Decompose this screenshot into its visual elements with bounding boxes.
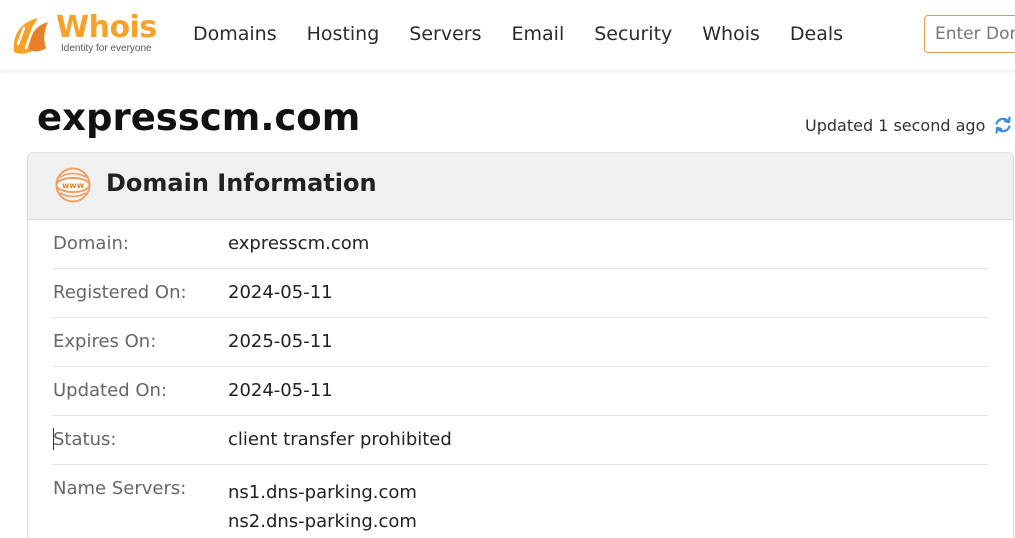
row-label: Name Servers:: [53, 478, 187, 499]
row-label: Updated On:: [53, 380, 167, 401]
row-value: 2024-05-11: [228, 282, 333, 303]
row-value: 2024-05-11: [228, 380, 333, 401]
row-label: Status:: [53, 429, 117, 450]
update-status: Updated 1 second ago: [805, 115, 1013, 135]
row-value: 2025-05-11: [228, 331, 333, 352]
info-row-status: Status: client transfer prohibited: [53, 416, 988, 465]
card-title: Domain Information: [106, 169, 377, 197]
row-value-list: ns1.dns-parking.com ns2.dns-parking.com: [228, 478, 417, 536]
nav-security[interactable]: Security: [594, 22, 672, 46]
row-label: Domain:: [53, 233, 129, 254]
name-server: ns2.dns-parking.com: [228, 511, 417, 532]
domain-search-input[interactable]: [924, 15, 1015, 53]
svg-text:www: www: [62, 181, 85, 190]
card-header: www Domain Information: [28, 153, 1013, 220]
info-row-registered: Registered On: 2024-05-11: [53, 269, 988, 318]
www-icon: www: [55, 167, 91, 203]
row-value: expresscm.com: [228, 233, 370, 254]
logo-mark-icon: [13, 18, 48, 54]
info-table: Domain: expresscm.com Registered On: 202…: [53, 220, 988, 538]
logo-wordmark: Whois: [56, 10, 157, 45]
info-row-name-servers: Name Servers: ns1.dns-parking.com ns2.dn…: [53, 465, 988, 538]
nav-whois[interactable]: Whois: [702, 22, 760, 46]
page-title: expresscm.com: [37, 96, 361, 139]
domain-info-card: www Domain Information Domain: expresscm…: [27, 152, 1014, 538]
row-value: client transfer prohibited: [228, 429, 452, 450]
site-header: Whois Identity for everyone Domains Host…: [0, 0, 1015, 70]
nav-deals[interactable]: Deals: [790, 22, 843, 46]
logo-tagline: Identity for everyone: [61, 43, 152, 54]
main-nav: Domains Hosting Servers Email Security W…: [193, 22, 843, 46]
row-label: Registered On:: [53, 282, 187, 303]
whois-logo[interactable]: Whois Identity for everyone: [8, 10, 168, 58]
info-row-domain: Domain: expresscm.com: [53, 220, 988, 269]
nav-servers[interactable]: Servers: [409, 22, 481, 46]
nav-email[interactable]: Email: [512, 22, 565, 46]
info-row-updated: Updated On: 2024-05-11: [53, 367, 988, 416]
info-row-expires: Expires On: 2025-05-11: [53, 318, 988, 367]
name-server: ns1.dns-parking.com: [228, 482, 417, 503]
nav-domains[interactable]: Domains: [193, 22, 277, 46]
nav-hosting[interactable]: Hosting: [307, 22, 380, 46]
updated-text: Updated 1 second ago: [805, 115, 986, 135]
row-label: Expires On:: [53, 331, 157, 352]
refresh-icon[interactable]: [993, 115, 1013, 135]
